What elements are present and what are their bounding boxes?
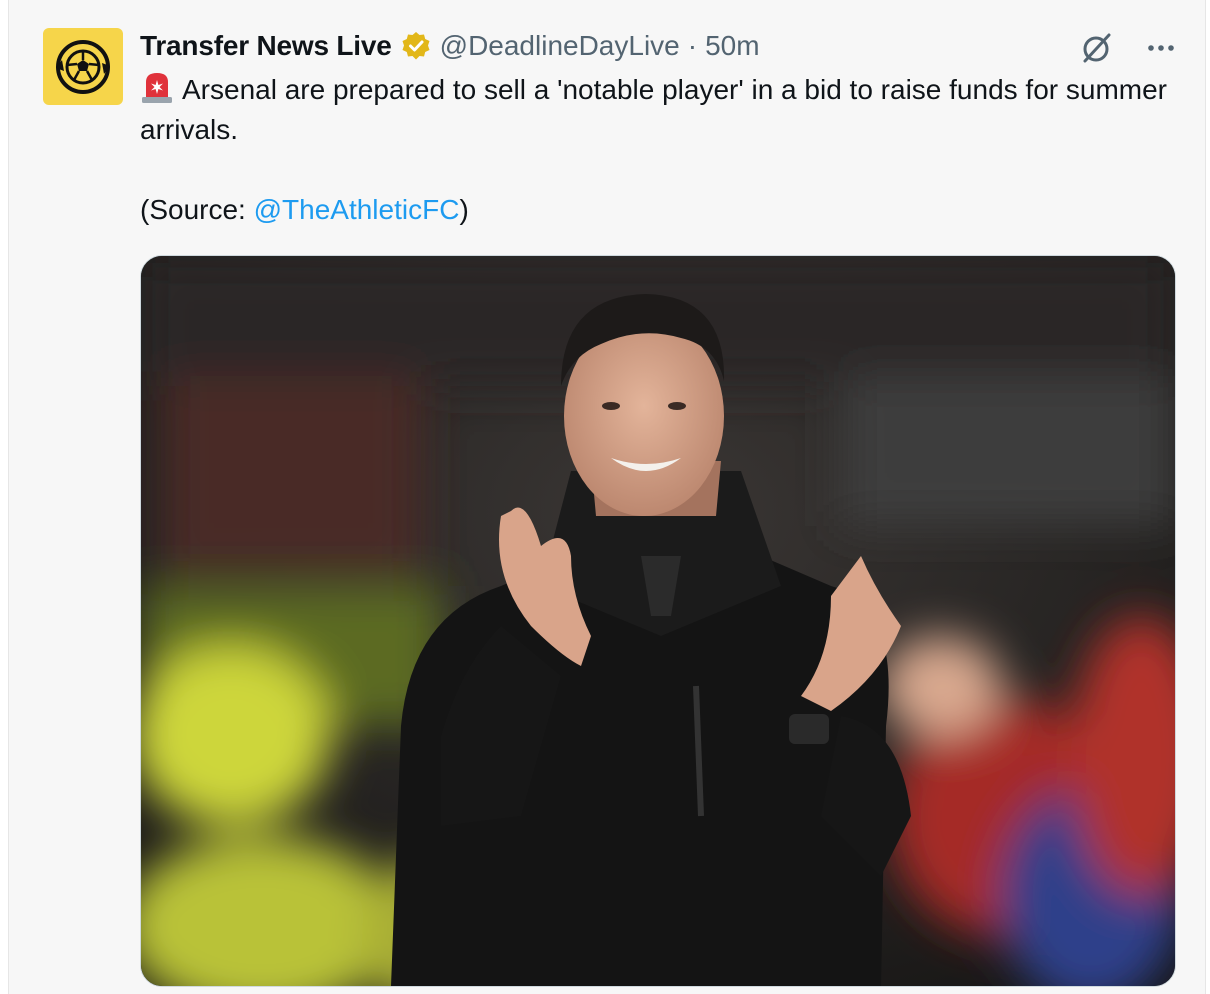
grok-icon[interactable] xyxy=(1079,30,1115,66)
author-name[interactable]: Transfer News Live xyxy=(140,30,392,62)
tweet-photo[interactable] xyxy=(140,255,1176,987)
source-prefix: (Source: xyxy=(140,194,254,225)
timestamp[interactable]: 50m xyxy=(705,30,759,62)
author-handle[interactable]: @DeadlineDayLive xyxy=(440,30,680,62)
source-mention-link[interactable]: @TheAthleticFC xyxy=(254,194,460,225)
football-logo-icon xyxy=(56,39,110,94)
photo-illustration xyxy=(141,256,1175,986)
verified-badge-icon xyxy=(400,30,432,62)
siren-icon xyxy=(140,70,174,104)
header-separator: · xyxy=(687,30,698,61)
tweet-card[interactable]: Transfer News Live @DeadlineDayLive · 50… xyxy=(8,0,1206,994)
tweet-text-line: Arsenal are prepared to sell a 'notable … xyxy=(140,74,1167,145)
tweet-text: Arsenal are prepared to sell a 'notable … xyxy=(140,70,1180,230)
more-icon[interactable] xyxy=(1143,30,1179,66)
source-suffix: ) xyxy=(459,194,469,225)
avatar[interactable] xyxy=(43,28,123,105)
tweet-header: Transfer News Live @DeadlineDayLive · 50… xyxy=(140,28,760,64)
tweet-actions xyxy=(1079,30,1179,66)
